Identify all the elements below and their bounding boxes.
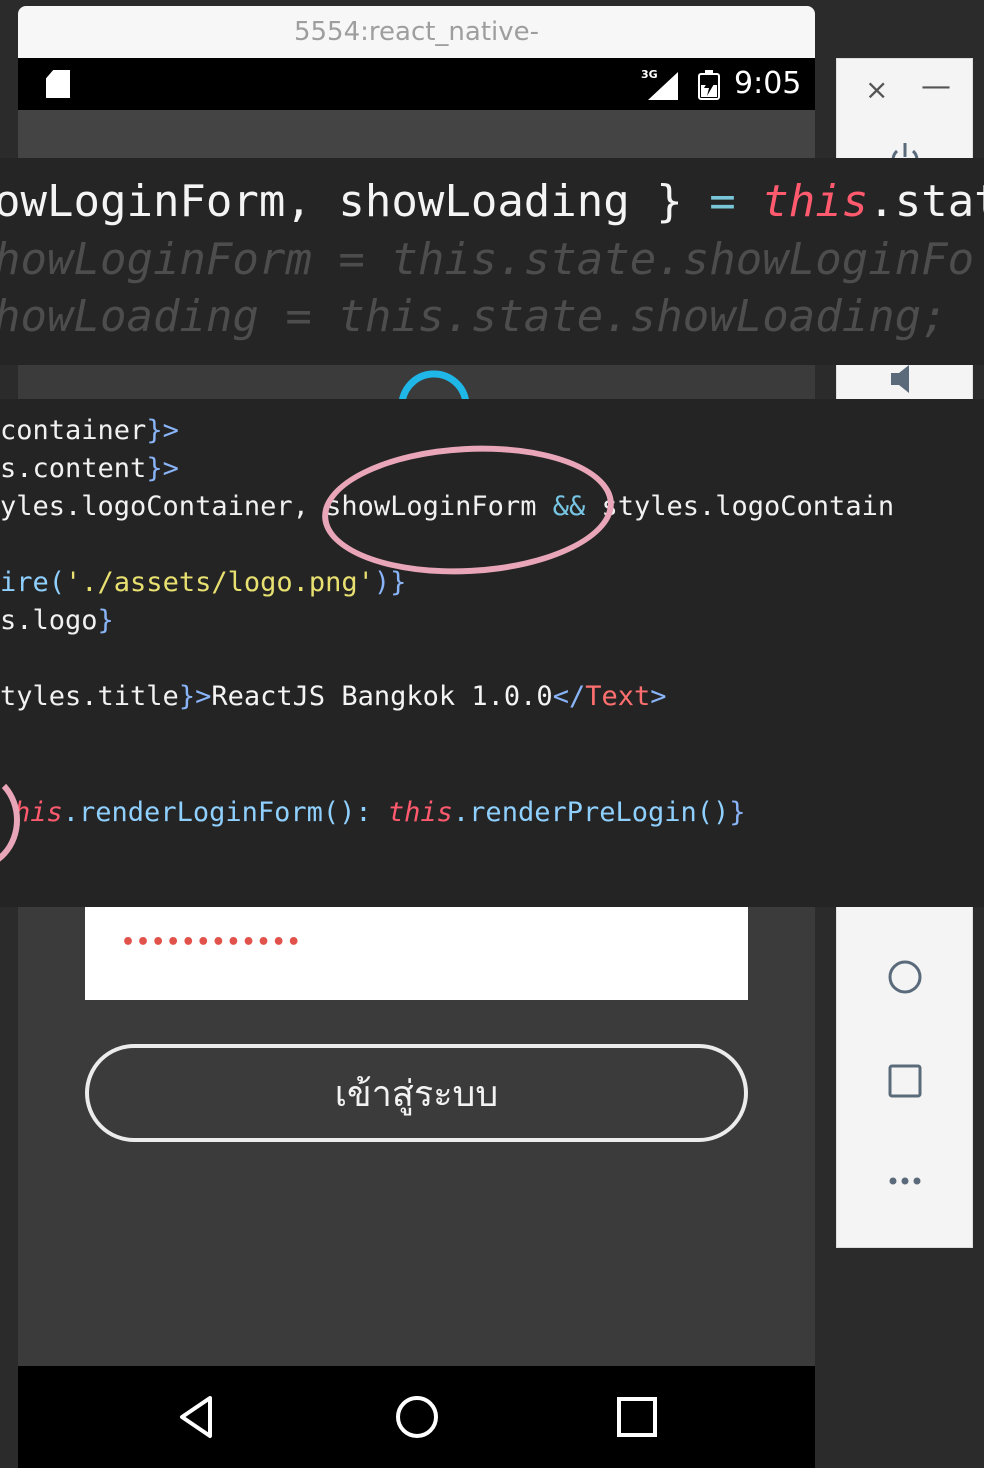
home-icon[interactable] (392, 1392, 442, 1442)
code-token: tyles.title (0, 681, 179, 712)
code-token: s.content (0, 453, 147, 484)
code-line-destructure: owLoginForm, showLoading } = this.stat (0, 174, 984, 230)
minimize-icon[interactable]: — (921, 69, 951, 104)
home-circle-icon[interactable] (885, 957, 925, 997)
app-header-strip (18, 110, 815, 160)
code-token: .stat (868, 176, 984, 227)
code-line: ire('./assets/logo.png')} (0, 565, 406, 601)
code-keyword: this (387, 797, 453, 828)
code-token: ReactJS Bangkok 1.0.0 (211, 681, 553, 712)
status-clock: 9:05 (734, 66, 802, 101)
screenshot-stage: 5554:react_native- 3G 9:05 •••••••••••• … (0, 0, 984, 1468)
code-token: owLoginForm, showLoading } (0, 176, 710, 227)
code-token: styles.logoContain (601, 491, 895, 522)
emulator-title: 5554:react_native- (293, 17, 540, 47)
code-line-commented-2: howLoading = this.state.showLoading; (0, 289, 948, 345)
code-keyword: this (762, 176, 869, 227)
code-token: ire( (0, 567, 66, 598)
code-comment: howLoading = this.state.showLoading; (0, 291, 948, 342)
emulator-titlebar[interactable]: 5554:react_native- (18, 6, 815, 58)
code-token: )} (373, 567, 407, 598)
code-token: Text (585, 681, 651, 712)
code-line: s.content}> (0, 451, 179, 487)
code-token: .renderLoginForm(): (62, 797, 388, 828)
code-line: container}> (0, 413, 179, 449)
more-icon[interactable] (885, 1161, 925, 1201)
back-icon[interactable] (172, 1392, 222, 1442)
recents-icon[interactable] (612, 1392, 662, 1442)
code-token: , (292, 491, 326, 522)
code-token: }> (178, 681, 212, 712)
login-button[interactable]: เข้าสู่ระบบ (85, 1044, 748, 1142)
code-token: = (709, 176, 736, 227)
password-value: •••••••••••• (121, 930, 302, 955)
code-token: } (729, 797, 746, 828)
code-token: s.logo (0, 605, 98, 636)
code-token: container (0, 415, 147, 446)
code-line: s.logo} (0, 603, 114, 639)
code-token: .renderPreLogin() (452, 797, 730, 828)
signal-icon (648, 72, 678, 100)
code-token: }> (146, 453, 179, 484)
close-icon[interactable]: × (865, 73, 888, 106)
code-token: > (650, 681, 667, 712)
code-token: } (97, 605, 114, 636)
android-status-bar: 3G 9:05 (18, 58, 815, 110)
battery-charging-icon (698, 70, 720, 100)
password-input[interactable]: •••••••••••• (85, 904, 748, 1000)
code-token: </ (552, 681, 586, 712)
code-token: yles.logoContainer (0, 491, 293, 522)
code-line-commented-1: howLoginForm = this.state.showLoginFo (0, 232, 974, 288)
code-line: tyles.title}>ReactJS Bangkok 1.0.0</Text… (0, 679, 667, 715)
code-token: }> (146, 415, 179, 446)
volume-icon[interactable] (885, 359, 925, 399)
code-string: './assets/logo.png' (65, 567, 374, 598)
code-comment: howLoginForm = this.state.showLoginFo (0, 234, 975, 285)
sd-card-icon (46, 70, 70, 98)
overview-square-icon[interactable] (885, 1061, 925, 1101)
code-line: his.renderLoginForm(): this.renderPreLog… (0, 795, 746, 831)
code-overlay-top: owLoginForm, showLoading } = this.stat h… (0, 158, 984, 365)
android-nav-bar (18, 1366, 815, 1468)
